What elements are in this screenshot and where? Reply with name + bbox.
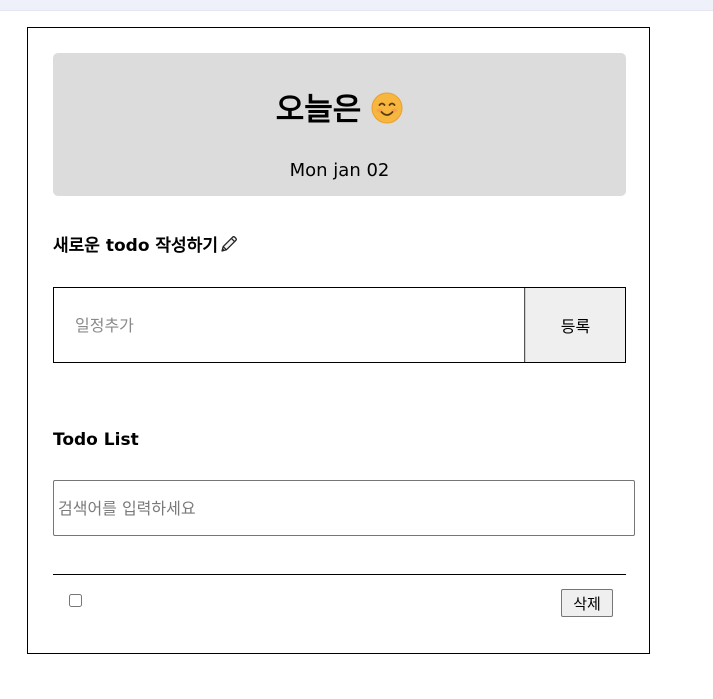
- add-todo-form: 등록: [53, 287, 626, 363]
- todo-item: 삭제: [53, 575, 626, 625]
- todo-checkbox[interactable]: [69, 594, 82, 607]
- smiling-face-icon: [371, 92, 403, 124]
- add-todo-button[interactable]: 등록: [525, 288, 625, 362]
- add-todo-input[interactable]: [54, 288, 525, 362]
- new-todo-title-text: 새로운 todo 작성하기: [53, 236, 218, 256]
- header-card: 오늘은 Mon jan 02: [53, 53, 626, 196]
- todo-list-title: Todo List: [53, 430, 139, 450]
- todo-app: 오늘은 Mon jan 02 새로운 todo 작성하기 등록 Todo Lis…: [27, 27, 650, 654]
- header-title-text: 오늘은: [275, 92, 362, 128]
- header-date: Mon jan 02: [289, 160, 390, 181]
- search-input[interactable]: [53, 480, 635, 536]
- delete-button[interactable]: 삭제: [561, 589, 613, 617]
- header-title: 오늘은: [53, 90, 626, 130]
- pencil-icon: [221, 236, 237, 252]
- new-todo-title: 새로운 todo 작성하기: [53, 234, 239, 258]
- browser-top-bar: [0, 0, 713, 11]
